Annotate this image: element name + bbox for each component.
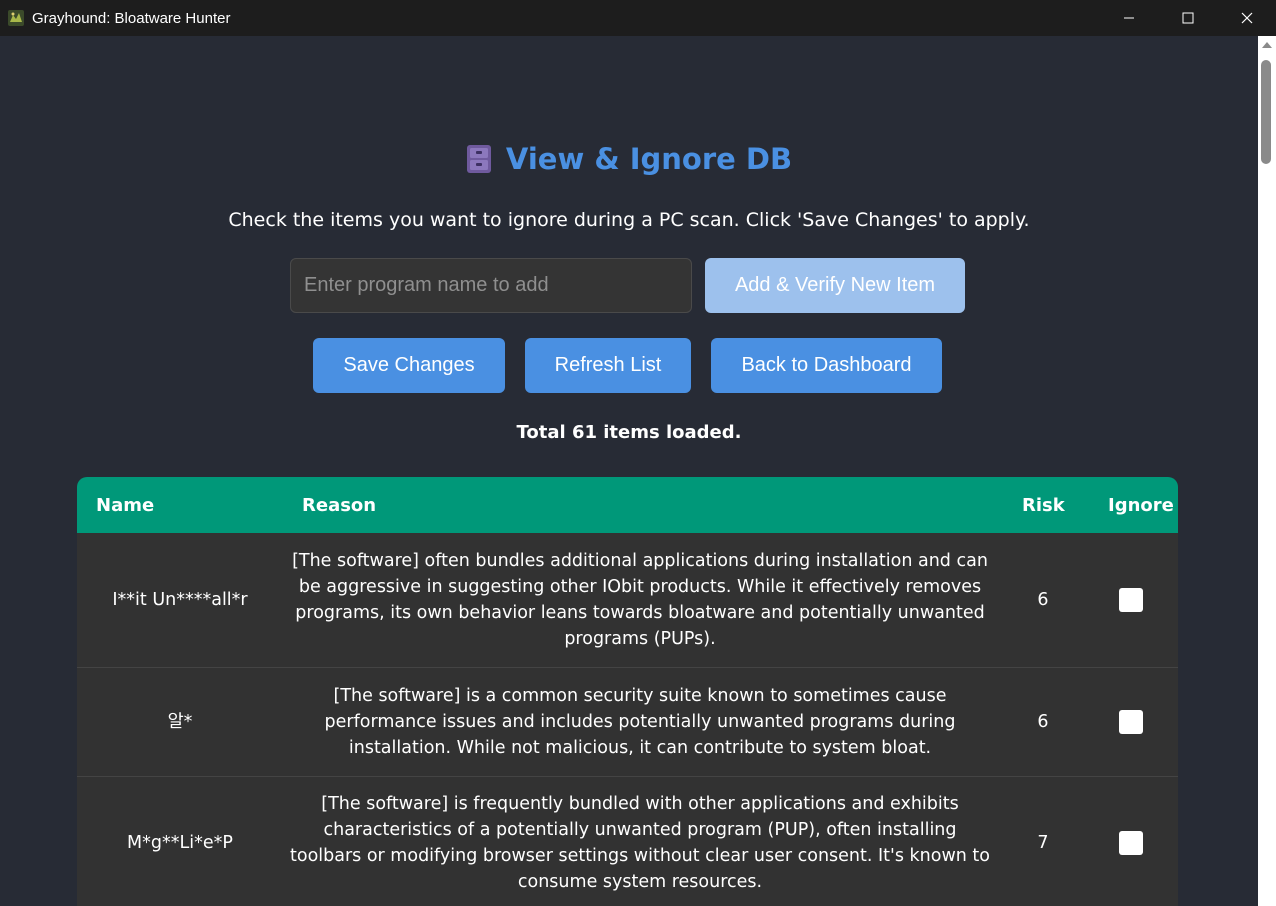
minimize-icon: [1123, 17, 1134, 19]
column-header-ignore: Ignore: [1108, 494, 1174, 516]
row-name: 알*: [77, 667, 283, 777]
ignore-checkbox[interactable]: [1118, 587, 1143, 612]
app-icon: [7, 9, 25, 27]
row-ignore-cell: [1083, 776, 1178, 906]
program-name-input[interactable]: [290, 258, 692, 313]
refresh-list-button[interactable]: Refresh List: [525, 338, 691, 393]
table-row: M*g**Li*e*P [The software] is frequently…: [77, 776, 1178, 906]
row-reason: [The software] is frequently bundled wit…: [283, 776, 1003, 906]
scroll-up-arrow-icon[interactable]: [1262, 42, 1272, 48]
vertical-scrollbar[interactable]: [1258, 36, 1276, 906]
table-row: I**it Un****all*r [The software] often b…: [77, 533, 1178, 668]
row-name: M*g**Li*e*P: [77, 776, 283, 906]
column-header-name: Name: [96, 494, 155, 516]
minimize-button[interactable]: [1099, 0, 1158, 36]
row-risk: 6: [1003, 533, 1083, 668]
table-header-row: Name Reason Risk Ignore: [77, 477, 1178, 533]
page-heading: View & Ignore DB: [0, 142, 1258, 176]
close-button[interactable]: [1217, 0, 1276, 36]
column-header-risk: Risk: [1022, 494, 1065, 516]
row-reason: [The software] is a common security suit…: [283, 667, 1003, 777]
close-icon: [1241, 12, 1252, 24]
main-content: View & Ignore DB Check the items you wan…: [0, 36, 1258, 906]
instructions-text: Check the items you want to ignore durin…: [228, 209, 1030, 231]
file-cabinet-icon: [466, 145, 491, 173]
row-reason: [The software] often bundles additional …: [283, 533, 1003, 668]
title-bar: Grayhound: Bloatware Hunter: [0, 0, 1276, 36]
ignore-db-table: Name Reason Risk Ignore I**it Un****all*…: [77, 477, 1178, 906]
column-header-reason: Reason: [302, 494, 377, 516]
total-items-status: Total 61 items loaded.: [516, 422, 742, 443]
ignore-checkbox[interactable]: [1118, 831, 1143, 855]
ignore-checkbox[interactable]: [1118, 709, 1143, 734]
maximize-icon: [1182, 12, 1193, 24]
scroll-thumb[interactable]: [1261, 60, 1271, 164]
row-risk: 6: [1003, 667, 1083, 777]
page-title: View & Ignore DB: [505, 142, 793, 176]
add-verify-button[interactable]: Add & Verify New Item: [705, 258, 965, 313]
back-to-dashboard-button[interactable]: Back to Dashboard: [711, 338, 942, 393]
save-changes-button[interactable]: Save Changes: [313, 338, 505, 393]
table-row: 알* [The software] is a common security s…: [77, 667, 1178, 777]
maximize-button[interactable]: [1158, 0, 1217, 36]
window-title: Grayhound: Bloatware Hunter: [32, 9, 231, 27]
row-name: I**it Un****all*r: [77, 533, 283, 668]
row-ignore-cell: [1083, 667, 1178, 777]
row-ignore-cell: [1083, 533, 1178, 668]
row-risk: 7: [1003, 776, 1083, 906]
